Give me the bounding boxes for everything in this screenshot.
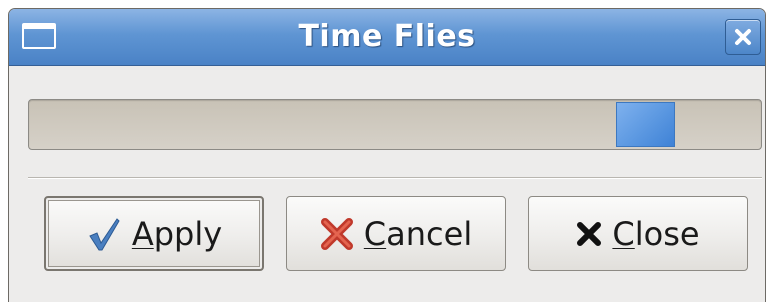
cancel-label-rest: ancel (386, 214, 473, 253)
title-bar[interactable]: Time Flies (9, 9, 765, 66)
close-x-icon (576, 221, 602, 247)
cancel-mnemonic: C (363, 214, 387, 253)
apply-mnemonic: A (131, 214, 154, 253)
progress-bar (28, 99, 762, 150)
apply-button[interactable]: Apply (44, 196, 264, 271)
close-icon (735, 29, 751, 45)
titlebar-close-button[interactable] (725, 19, 761, 55)
close-mnemonic: C (612, 214, 635, 253)
close-button[interactable]: Close (528, 196, 748, 271)
progress-pulse (616, 102, 675, 147)
separator (28, 177, 762, 179)
close-label-rest: lose (634, 214, 700, 253)
red-x-icon (320, 217, 354, 251)
apply-label: Apply (132, 215, 222, 253)
apply-label-rest: pply (153, 214, 223, 253)
close-label: Close (612, 215, 699, 253)
cancel-button[interactable]: Cancel (286, 196, 506, 271)
cancel-label: Cancel (364, 215, 472, 253)
dialog-window: Time Flies Apply Cancel Close (8, 8, 766, 302)
window-title: Time Flies (298, 19, 476, 54)
checkmark-icon (86, 216, 122, 252)
